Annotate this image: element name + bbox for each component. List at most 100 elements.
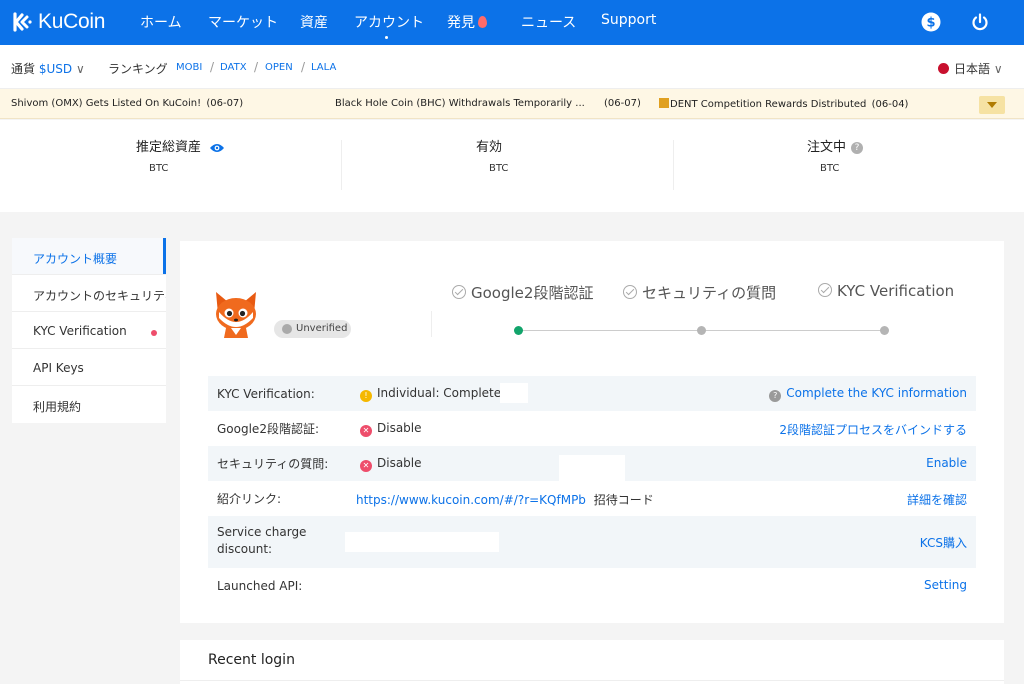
divider xyxy=(673,140,674,190)
invite-code-label: 招待コード xyxy=(593,493,654,507)
help-icon: ? xyxy=(769,390,782,402)
link-text: Complete the KYC information xyxy=(786,386,967,400)
announcement-date: (06-07) xyxy=(206,98,244,109)
table-row-service-discount: Service charge discount: KCS購入 xyxy=(208,516,976,568)
announcement-item[interactable]: Shivom (OMX) Gets Listed On KuCoin! (06-… xyxy=(11,98,243,109)
sidebar-item-api-keys[interactable]: API Keys xyxy=(12,349,166,386)
total-assets-unit: BTC xyxy=(149,163,169,174)
japan-flag-icon xyxy=(938,63,949,74)
info-icon xyxy=(282,324,292,334)
bind-2fa-link[interactable]: 2段階認証プロセスをバインドする xyxy=(779,421,967,438)
announcement-text: Shivom (OMX) Gets Listed On KuCoin! xyxy=(11,98,202,109)
table-row-api: Launched API: Setting xyxy=(208,568,976,603)
divider xyxy=(180,680,1004,681)
row-label: Launched API: xyxy=(217,579,303,593)
nav-support[interactable]: Support xyxy=(601,12,656,28)
nav-news[interactable]: ニュース xyxy=(521,12,576,32)
dollar-icon[interactable]: $ xyxy=(921,12,941,32)
redacted-area xyxy=(345,532,499,552)
nav-discover[interactable]: 発見 xyxy=(447,12,487,32)
ranking-open[interactable]: OPEN xyxy=(265,62,293,73)
announcement-item[interactable]: DENT Competition Rewards Distributed (06… xyxy=(659,98,908,110)
sidebar-item-security[interactable]: アカウントのセキュリティ xyxy=(12,275,166,312)
row-label: 紹介リンク: xyxy=(217,492,282,506)
redacted-area xyxy=(559,455,625,481)
in-order-text: 注文中 xyxy=(807,140,847,155)
logo-text: KuCoin xyxy=(38,10,106,33)
progress-dot-current xyxy=(514,326,523,335)
row-label: セキュリティの質問: xyxy=(217,457,329,471)
ranking-lala[interactable]: LALA xyxy=(311,62,336,73)
balance-panel: 推定総資産 BTC 有効 BTC 注文中? BTC xyxy=(0,120,1024,212)
currency-selector[interactable]: 通貨 $USD ∨ xyxy=(11,60,85,77)
help-icon[interactable]: ? xyxy=(851,142,864,154)
api-setting-link[interactable]: Setting xyxy=(924,578,967,592)
language-selector[interactable]: 日本語 ∨ xyxy=(938,60,1003,77)
sidebar-item-label: 利用規約 xyxy=(33,400,82,414)
kucoin-logo[interactable]: KuCoin xyxy=(11,9,105,35)
step-label: Google2段階認証 xyxy=(471,284,594,302)
table-row-referral: 紹介リンク: https://www.kucoin.com/#/?r=KQfMP… xyxy=(208,481,976,516)
eye-icon[interactable] xyxy=(209,142,225,154)
error-icon: ✕ xyxy=(360,460,372,472)
nav-assets[interactable]: 資産 xyxy=(300,12,328,32)
check-circle-icon xyxy=(452,285,466,299)
step-label: セキュリティの質問 xyxy=(642,284,777,302)
warning-icon: ! xyxy=(360,390,372,402)
announcement-date: (06-04) xyxy=(871,99,909,110)
gift-icon xyxy=(659,98,669,108)
announcement-bar: Shivom (OMX) Gets Listed On KuCoin! (06-… xyxy=(0,89,1024,119)
recent-login-title: Recent login xyxy=(208,652,295,668)
complete-kyc-link[interactable]: ? Complete the KYC information xyxy=(769,386,967,402)
sidebar-item-label: アカウントのセキュリティ xyxy=(33,289,166,303)
table-row-google-2fa: Google2段階認証: ✕ Disable 2段階認証プロセスをバインドする xyxy=(208,411,976,446)
sidebar-item-overview[interactable]: アカウント概要 xyxy=(12,238,166,275)
enable-security-question-link[interactable]: Enable xyxy=(926,456,967,470)
divider: / xyxy=(254,60,259,74)
nav-account[interactable]: アカウント xyxy=(354,12,424,32)
fire-icon xyxy=(478,16,487,28)
language-label: 日本語 xyxy=(954,62,991,76)
view-details-link[interactable]: 詳細を確認 xyxy=(907,491,967,508)
announcement-item[interactable]: Black Hole Coin (BHC) Withdrawals Tempor… xyxy=(335,98,641,109)
row-value-text: Disable xyxy=(377,421,422,435)
divider xyxy=(431,311,432,337)
referral-link[interactable]: https://www.kucoin.com/#/?r=KQfMPb xyxy=(356,493,586,507)
svg-text:$: $ xyxy=(926,16,935,31)
buy-kcs-link[interactable]: KCS購入 xyxy=(920,534,967,551)
step-label: KYC Verification xyxy=(837,282,955,300)
sidebar-item-terms[interactable]: 利用規約 xyxy=(12,386,166,423)
announcement-text: Black Hole Coin (BHC) Withdrawals Tempor… xyxy=(335,98,585,109)
expand-announcements-button[interactable] xyxy=(979,96,1005,114)
nav-home[interactable]: ホーム xyxy=(140,12,182,32)
progress-dot xyxy=(697,326,706,335)
ranking-datx[interactable]: DATX xyxy=(220,62,247,73)
sub-header: 通貨 $USD ∨ ランキング MOBI / DATX / OPEN / LAL… xyxy=(0,45,1024,89)
progress-dot xyxy=(880,326,889,335)
sidebar-item-kyc[interactable]: KYC Verification xyxy=(12,312,166,349)
fox-avatar xyxy=(216,292,256,338)
account-sidebar: アカウント概要 アカウントのセキュリティ KYC Verification AP… xyxy=(12,238,166,423)
total-assets-label: 推定総資産 xyxy=(136,136,225,155)
in-order-unit: BTC xyxy=(820,163,840,174)
divider: / xyxy=(210,60,215,74)
divider: / xyxy=(301,60,306,74)
check-circle-icon xyxy=(818,283,832,297)
chevron-down-icon: ∨ xyxy=(75,62,85,76)
step-google-2fa: Google2段階認証 xyxy=(452,282,593,303)
chevron-down-icon: ∨ xyxy=(993,62,1003,76)
ranking-label: ランキング xyxy=(108,62,168,76)
sidebar-item-label: アカウント概要 xyxy=(33,252,118,266)
power-icon[interactable] xyxy=(970,12,990,32)
ranking-mobi[interactable]: MOBI xyxy=(176,62,202,73)
nav-market[interactable]: マーケット xyxy=(208,12,278,32)
step-security-question: セキュリティの質問 xyxy=(623,282,776,303)
row-value: ! Individual: Completed xyxy=(360,386,509,402)
row-value: ✕ Disable xyxy=(360,456,422,472)
available-label: 有効 xyxy=(476,140,503,155)
available-unit: BTC xyxy=(489,163,509,174)
currency-label: 通貨 xyxy=(11,62,36,76)
active-indicator xyxy=(163,238,166,274)
divider xyxy=(341,140,342,190)
notification-dot xyxy=(151,330,157,336)
